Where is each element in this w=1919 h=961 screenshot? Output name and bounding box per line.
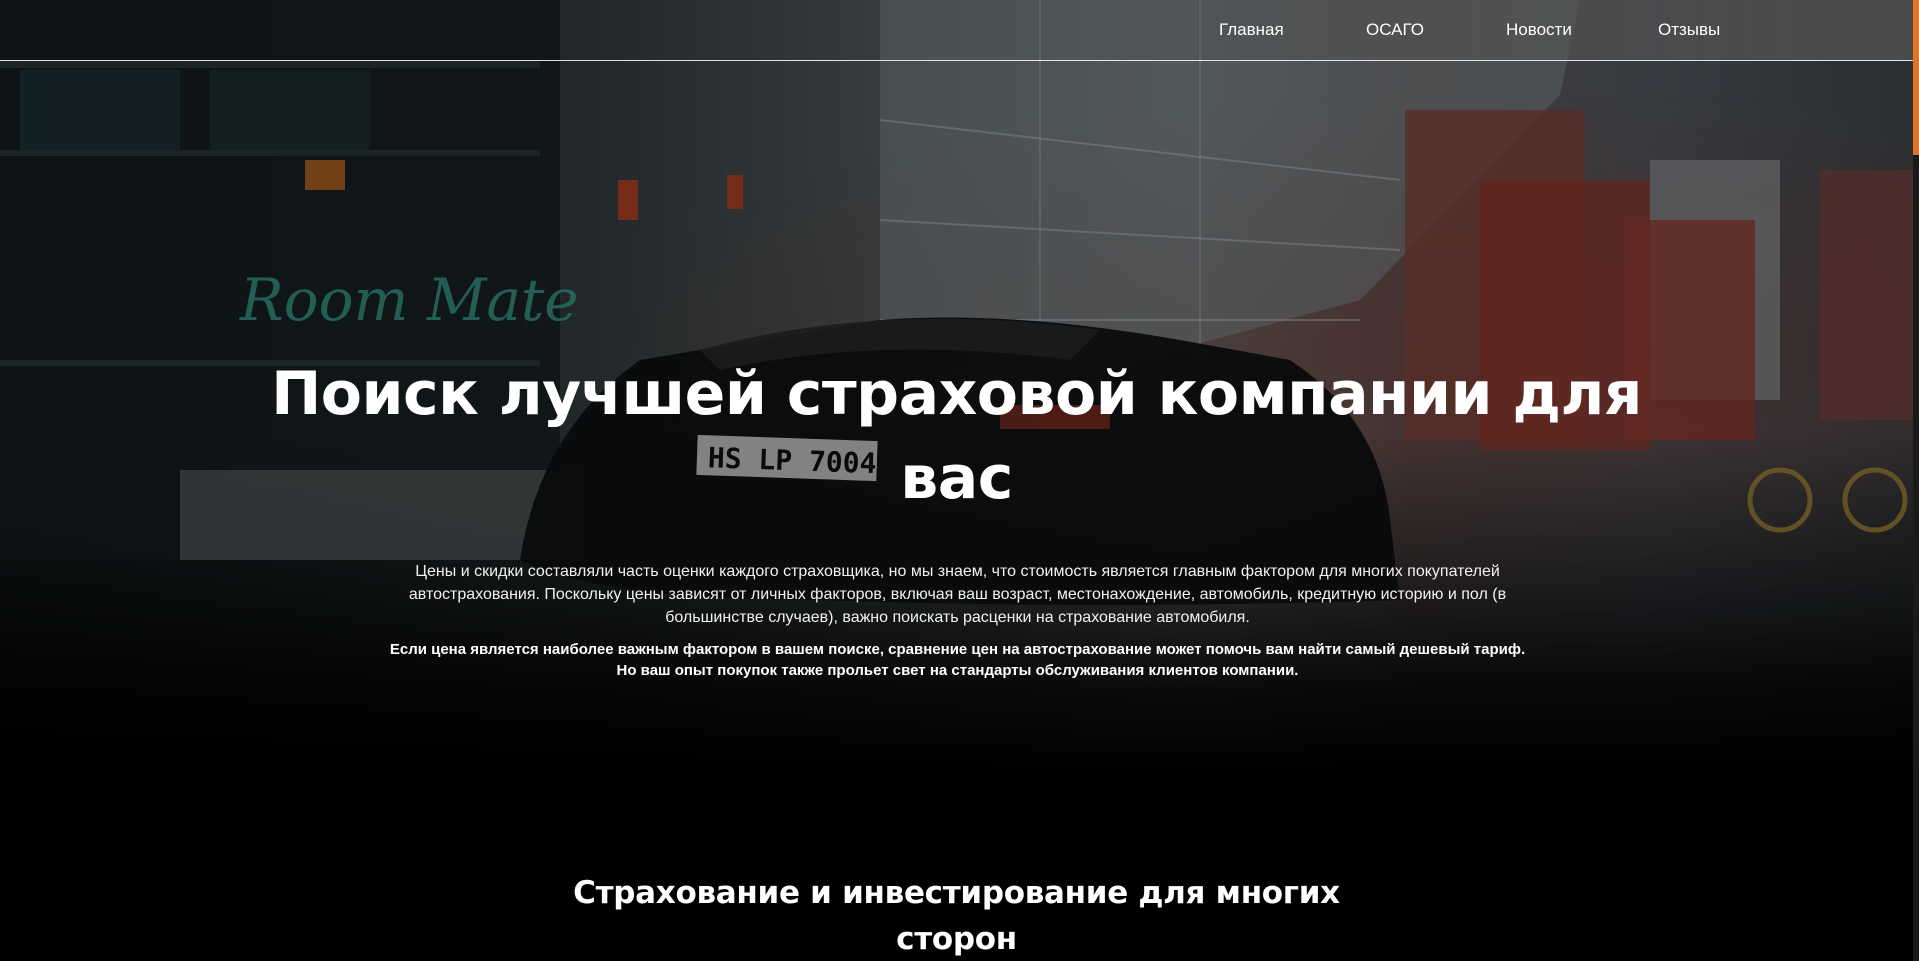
- hero-title: Поиск лучшей страховой компании для вас: [271, 359, 1642, 513]
- scrollbar-thumb[interactable]: [1913, 0, 1919, 155]
- page: Room Mate HS LP 7004 Главная ОСАГО Новос…: [0, 0, 1919, 961]
- hero-description-bold: Если цена является наиболее важным факто…: [389, 641, 1526, 679]
- nav-item-reviews[interactable]: Отзывы: [1658, 20, 1720, 40]
- scrollbar-track[interactable]: [1913, 0, 1919, 961]
- nav-item-osago[interactable]: ОСАГО: [1366, 20, 1424, 40]
- hero-description: Цены и скидки составляли часть оценки ка…: [408, 563, 1507, 626]
- section-title: Страхование и инвестирование для многих …: [573, 875, 1340, 957]
- top-navigation: Главная ОСАГО Новости Отзывы: [0, 0, 1913, 61]
- nav-item-home[interactable]: Главная: [1219, 20, 1284, 40]
- nav-item-news[interactable]: Новости: [1506, 20, 1572, 40]
